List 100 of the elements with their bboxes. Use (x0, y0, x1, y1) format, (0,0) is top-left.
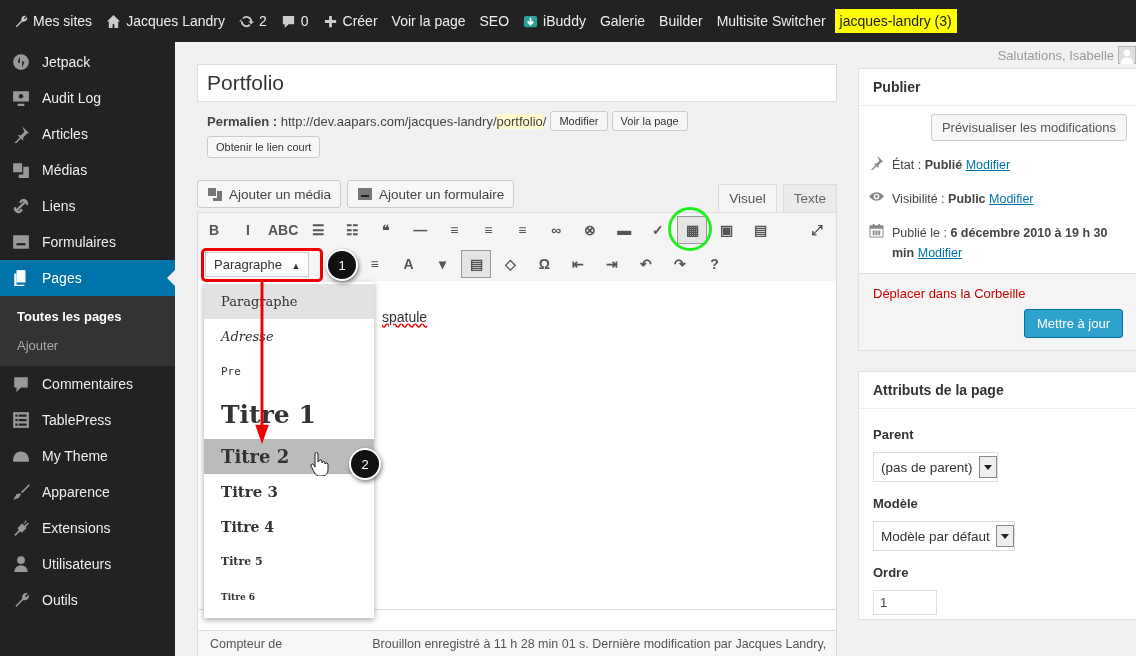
user-icon (12, 555, 30, 573)
sidebar-item[interactable]: Pages (0, 260, 175, 296)
toolbar-button[interactable]: ⇤ (563, 250, 594, 278)
admin-bar-item[interactable]: Builder (654, 9, 708, 33)
sidebar-item[interactable]: Apparence (0, 474, 175, 510)
edit-link[interactable]: Modifier (989, 192, 1034, 206)
submenu-item[interactable]: Toutes les pages (0, 302, 175, 331)
parent-select[interactable]: (pas de parent) (873, 452, 998, 482)
avatar-icon[interactable] (1118, 46, 1136, 64)
pushpin-icon (869, 155, 884, 170)
media-icon (207, 186, 223, 202)
media-icon (12, 161, 30, 179)
editor-tab[interactable]: Texte (782, 184, 837, 212)
shortlink-button[interactable]: Obtenir le lien court (207, 136, 321, 158)
toolbar-button[interactable]: ▤ (461, 250, 492, 278)
caret-icon (1000, 533, 1009, 539)
plug-icon (12, 519, 30, 537)
toolbar-button[interactable]: ❝ (371, 216, 402, 244)
sidebar-item[interactable]: Articles (0, 116, 175, 152)
toolbar-button[interactable]: ▾ (427, 250, 458, 278)
admin-bar-item[interactable]: iBuddy (518, 9, 591, 33)
media-button[interactable]: Ajouter un formulaire (347, 180, 515, 208)
admin-bar-item[interactable]: 0 (275, 9, 314, 33)
admin-bar-item[interactable]: Jacques Landry (101, 9, 230, 33)
editor-tab[interactable]: Visuel (718, 184, 777, 212)
greeting-text: Salutations, Isabelle (997, 47, 1114, 63)
admin-bar-item[interactable]: 2 (233, 9, 272, 33)
sidebar-item[interactable]: Médias (0, 152, 175, 188)
format-menu-item[interactable]: Titre 5 (204, 544, 374, 579)
toolbar-button[interactable]: ⇥ (597, 250, 628, 278)
toolbar-button[interactable]: ? (699, 250, 730, 278)
small-button[interactable]: Modifier (550, 111, 608, 131)
toolbar-button[interactable]: ▤ (745, 216, 776, 244)
sidebar-item[interactable]: Liens (0, 188, 175, 224)
toolbar-button[interactable]: ☷ (337, 216, 368, 244)
toolbar-button[interactable]: ✓ (643, 216, 674, 244)
admin-bar-item[interactable]: Galerie (594, 9, 651, 33)
toolbar-button[interactable]: ≡ (439, 216, 470, 244)
title-field[interactable]: Portfolio (197, 64, 837, 102)
format-menu-item[interactable]: Titre 4 (204, 509, 374, 544)
word-count-label: Compteur de (210, 637, 283, 651)
format-menu-item[interactable]: Titre 6 (204, 579, 374, 614)
field-label: Modèle (873, 496, 919, 511)
toolbar-button[interactable]: — (405, 216, 436, 244)
sidebar-item[interactable]: My Theme (0, 438, 175, 474)
toolbar-button[interactable]: I (233, 216, 263, 244)
sync-icon (238, 13, 254, 29)
sidebar-item[interactable]: Extensions (0, 510, 175, 546)
sidebar-item[interactable]: Audit Log (0, 80, 175, 116)
toolbar-button[interactable]: ∞ (541, 216, 572, 244)
preview-button[interactable]: Prévisualiser les modifications (930, 114, 1127, 141)
submenu-item[interactable]: Ajouter (0, 331, 175, 360)
highlight-circle (668, 207, 712, 251)
eye-icon (869, 189, 884, 204)
link-icon (12, 197, 30, 215)
sidebar-item[interactable]: Jetpack (0, 44, 175, 80)
format-select[interactable]: Paragraphe ▲ (205, 251, 310, 277)
toolbar-button[interactable]: ≡ (507, 216, 538, 244)
sidebar-item[interactable]: TablePress (0, 402, 175, 438)
toolbar-button[interactable]: ↷ (665, 250, 696, 278)
publish-info-text: État : Publié Modifier (892, 156, 1011, 174)
sidebar-item[interactable]: Outils (0, 582, 175, 618)
toolbar-button[interactable]: ⊗ (575, 216, 606, 244)
trash-link[interactable]: Déplacer dans la Corbeille (873, 286, 1136, 301)
toolbar-button[interactable]: ▣ (711, 216, 742, 244)
sidebar-item[interactable]: Utilisateurs (0, 546, 175, 582)
admin-bar-item[interactable]: jacques-landry (3) (834, 9, 957, 33)
monitor-icon (12, 89, 30, 107)
plus-icon (322, 13, 338, 29)
permalink-text: Permalien : http://dev.aapars.com/jacques-landry/portfolio/ (207, 113, 547, 129)
toolbar-button[interactable]: ▬ (609, 216, 640, 244)
toolbar-button[interactable]: ↶ (631, 250, 662, 278)
edit-link[interactable]: Modifier (965, 158, 1011, 172)
order-input[interactable]: 1 (873, 590, 937, 615)
edit-link[interactable]: Modifier (917, 246, 963, 260)
toolbar-button[interactable]: ≡ (359, 250, 390, 278)
admin-bar-item[interactable]: Voir la page (386, 9, 471, 33)
admin-bar-item[interactable]: Multisite Switcher (711, 9, 831, 33)
admin-bar-item[interactable]: Créer (317, 9, 383, 33)
toolbar-button[interactable]: ☰ (303, 216, 334, 244)
form-icon (357, 186, 374, 202)
toolbar-button[interactable]: Ω (529, 250, 560, 278)
admin-bar-item[interactable]: SEO (474, 9, 515, 33)
toolbar-button[interactable]: ABC (267, 216, 300, 244)
media-button[interactable]: Ajouter un média (197, 180, 342, 208)
toolbar-button[interactable]: B (199, 216, 229, 244)
toolbar-button[interactable]: ▦ (677, 216, 708, 244)
sidebar-item[interactable]: Commentaires (0, 366, 175, 402)
form-icon (12, 233, 30, 251)
box-title: Publier (859, 69, 1136, 106)
toolbar-button[interactable]: ◇ (495, 250, 526, 278)
brush-icon (12, 483, 30, 501)
fullscreen-button[interactable]: ⤢ (802, 216, 832, 244)
admin-bar-item[interactable]: Mes sites (8, 9, 98, 33)
sidebar-item[interactable]: Formulaires (0, 224, 175, 260)
toolbar-button[interactable]: ≡ (473, 216, 504, 244)
small-button[interactable]: Voir la page (611, 111, 688, 131)
template-select[interactable]: Modèle par défaut (873, 521, 1015, 551)
toolbar-button[interactable]: A (393, 250, 424, 278)
format-menu-item[interactable]: Pre (204, 354, 374, 389)
